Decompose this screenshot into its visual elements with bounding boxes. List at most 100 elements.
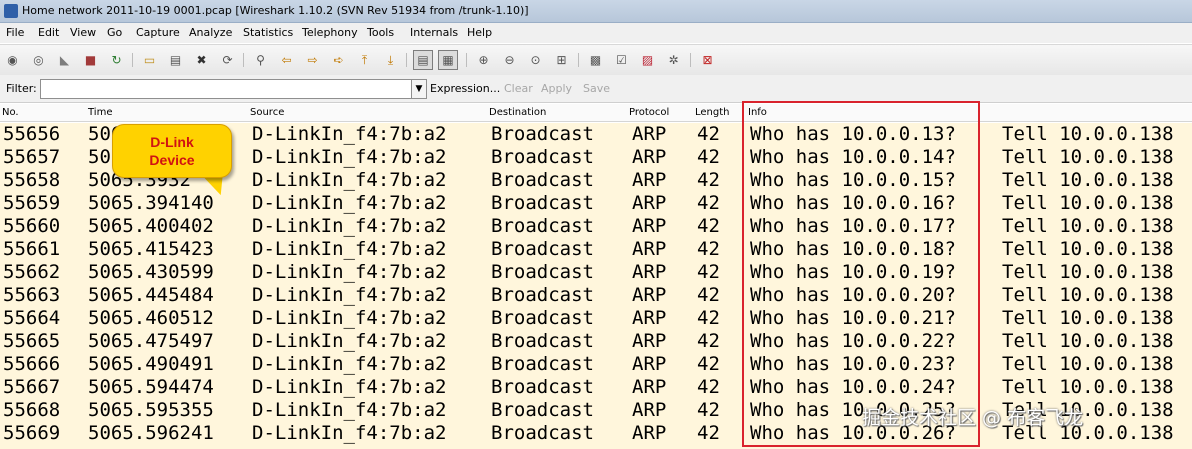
table-row[interactable]: 55660 5065.400402 D-LinkIn_f4:7b:a2 Broadca… (0, 215, 1192, 238)
save-button[interactable]: Save (583, 82, 610, 95)
toolbar-separator (243, 53, 244, 67)
title-bar: Home network 2011-10-19 0001.pcap [Wires… (0, 0, 1192, 23)
coloring-rules-icon[interactable]: ▨ (639, 52, 656, 68)
menu-go[interactable]: Go (107, 26, 122, 39)
packet-length: 42 (697, 238, 720, 260)
callout-line-2: Device (149, 152, 195, 168)
packet-protocol: ARP (632, 376, 667, 398)
go-to-packet-icon[interactable]: ➪ (330, 52, 347, 68)
apply-button[interactable]: Apply (541, 82, 572, 95)
packet-protocol: ARP (632, 261, 667, 283)
zoom-in-icon[interactable]: ⊕ (475, 52, 492, 68)
packet-source: D-LinkIn_f4:7b:a2 (252, 422, 447, 444)
menu-edit[interactable]: Edit (38, 26, 59, 39)
packet-source: D-LinkIn_f4:7b:a2 (252, 399, 447, 421)
preferences-icon[interactable]: ✲ (665, 52, 682, 68)
go-last-icon[interactable]: ⤓ (382, 52, 399, 68)
callout-line-1: D-Link (150, 134, 194, 150)
stop-capture-icon[interactable]: ■ (82, 52, 99, 68)
menu-file[interactable]: File (6, 26, 24, 39)
capture-filters-icon[interactable]: ▩ (587, 52, 604, 68)
packet-info-tell: Tell 10.0.0.138 (1002, 238, 1174, 260)
packet-protocol: ARP (632, 399, 667, 421)
d-link-callout: D-Link Device (112, 124, 232, 178)
packet-protocol: ARP (632, 353, 667, 375)
column-length[interactable]: Length (695, 107, 730, 118)
column-source[interactable]: Source (250, 107, 284, 118)
menu-telephony[interactable]: Telephony (302, 26, 358, 39)
packet-time: 5065.400402 (88, 215, 214, 237)
packet-info-tell: Tell 10.0.0.138 (1002, 146, 1174, 168)
packet-length: 42 (697, 215, 720, 237)
packet-source: D-LinkIn_f4:7b:a2 (252, 307, 447, 329)
close-file-icon[interactable]: ✖ (193, 52, 210, 68)
display-filters-icon[interactable]: ☑ (613, 52, 630, 68)
start-capture-icon[interactable]: ◣ (56, 52, 73, 68)
zoom-out-icon[interactable]: ⊖ (501, 52, 518, 68)
menu-capture[interactable]: Capture (136, 26, 180, 39)
normal-size-icon[interactable]: ⊙ (527, 52, 544, 68)
menu-bar: File Edit View Go Capture Analyze Statis… (0, 23, 1192, 43)
table-row[interactable]: 55661 5065.415423 D-LinkIn_f4:7b:a2 Broadca… (0, 238, 1192, 261)
main-toolbar: ◉ ◎ ◣ ■ ↻ ▭ ▤ ✖ ⟳ ⚲ ⇦ ⇨ ➪ ⤒ ⤓ ▤ ▦ ⊕ ⊖ ⊙ … (0, 44, 1192, 76)
interface-list-icon[interactable]: ◉ (4, 52, 21, 68)
packet-info-tell: Tell 10.0.0.138 (1002, 307, 1174, 329)
packet-length: 42 (697, 261, 720, 283)
packet-info-tell: Tell 10.0.0.138 (1002, 284, 1174, 306)
packet-destination: Broadcast (491, 238, 594, 260)
table-row[interactable]: 55662 5065.430599 D-LinkIn_f4:7b:a2 Broadca… (0, 261, 1192, 284)
go-back-icon[interactable]: ⇦ (278, 52, 295, 68)
table-row[interactable]: 55659 5065.394140 D-LinkIn_f4:7b:a2 Broadca… (0, 192, 1192, 215)
packet-number: 55664 (3, 307, 61, 329)
packet-destination: Broadcast (491, 146, 594, 168)
filter-input[interactable] (40, 79, 412, 99)
toolbar-separator (132, 53, 133, 67)
expression-button[interactable]: Expression... (430, 82, 500, 95)
packet-length: 42 (697, 422, 720, 444)
packet-time: 5065.596241 (88, 422, 214, 444)
open-file-icon[interactable]: ▭ (141, 52, 158, 68)
info-column-highlight (742, 101, 980, 447)
packet-source: D-LinkIn_f4:7b:a2 (252, 353, 447, 375)
menu-analyze[interactable]: Analyze (189, 26, 232, 39)
clear-button[interactable]: Clear (504, 82, 533, 95)
table-row[interactable]: 55664 5065.460512 D-LinkIn_f4:7b:a2 Broadca… (0, 307, 1192, 330)
reload-icon[interactable]: ⟳ (219, 52, 236, 68)
packet-destination: Broadcast (491, 376, 594, 398)
table-row[interactable]: 55666 5065.490491 D-LinkIn_f4:7b:a2 Broadca… (0, 353, 1192, 376)
packet-length: 42 (697, 376, 720, 398)
column-protocol[interactable]: Protocol (629, 107, 669, 118)
go-first-icon[interactable]: ⤒ (356, 52, 373, 68)
auto-scroll-icon[interactable]: ▦ (438, 50, 458, 70)
packet-source: D-LinkIn_f4:7b:a2 (252, 146, 447, 168)
find-packet-icon[interactable]: ⚲ (252, 52, 269, 68)
go-forward-icon[interactable]: ⇨ (304, 52, 321, 68)
table-row[interactable]: 55663 5065.445484 D-LinkIn_f4:7b:a2 Broadca… (0, 284, 1192, 307)
menu-statistics[interactable]: Statistics (243, 26, 293, 39)
resize-columns-icon[interactable]: ⊞ (553, 52, 570, 68)
capture-options-icon[interactable]: ◎ (30, 52, 47, 68)
table-row[interactable]: 55665 5065.475497 D-LinkIn_f4:7b:a2 Broadca… (0, 330, 1192, 353)
packet-info-tell: Tell 10.0.0.138 (1002, 376, 1174, 398)
column-destination[interactable]: Destination (489, 107, 546, 118)
packet-length: 42 (697, 146, 720, 168)
packet-number: 55662 (3, 261, 61, 283)
help-icon[interactable]: ⊠ (699, 52, 716, 68)
column-time[interactable]: Time (88, 107, 112, 118)
packet-length: 42 (697, 353, 720, 375)
menu-tools[interactable]: Tools (367, 26, 394, 39)
menu-help[interactable]: Help (467, 26, 492, 39)
packet-destination: Broadcast (491, 215, 594, 237)
colorize-icon[interactable]: ▤ (413, 50, 433, 70)
packet-info-tell: Tell 10.0.0.138 (1002, 261, 1174, 283)
restart-capture-icon[interactable]: ↻ (108, 52, 125, 68)
packet-time: 5065.415423 (88, 238, 214, 260)
column-no[interactable]: No. (2, 107, 19, 118)
menu-internals[interactable]: Internals (410, 26, 458, 39)
filter-label: Filter: (6, 82, 37, 95)
table-row[interactable]: 55667 5065.594474 D-LinkIn_f4:7b:a2 Broadca… (0, 376, 1192, 399)
filter-dropdown-icon[interactable]: ▼ (411, 79, 427, 99)
menu-view[interactable]: View (70, 26, 96, 39)
packet-source: D-LinkIn_f4:7b:a2 (252, 169, 447, 191)
save-file-icon[interactable]: ▤ (167, 52, 184, 68)
